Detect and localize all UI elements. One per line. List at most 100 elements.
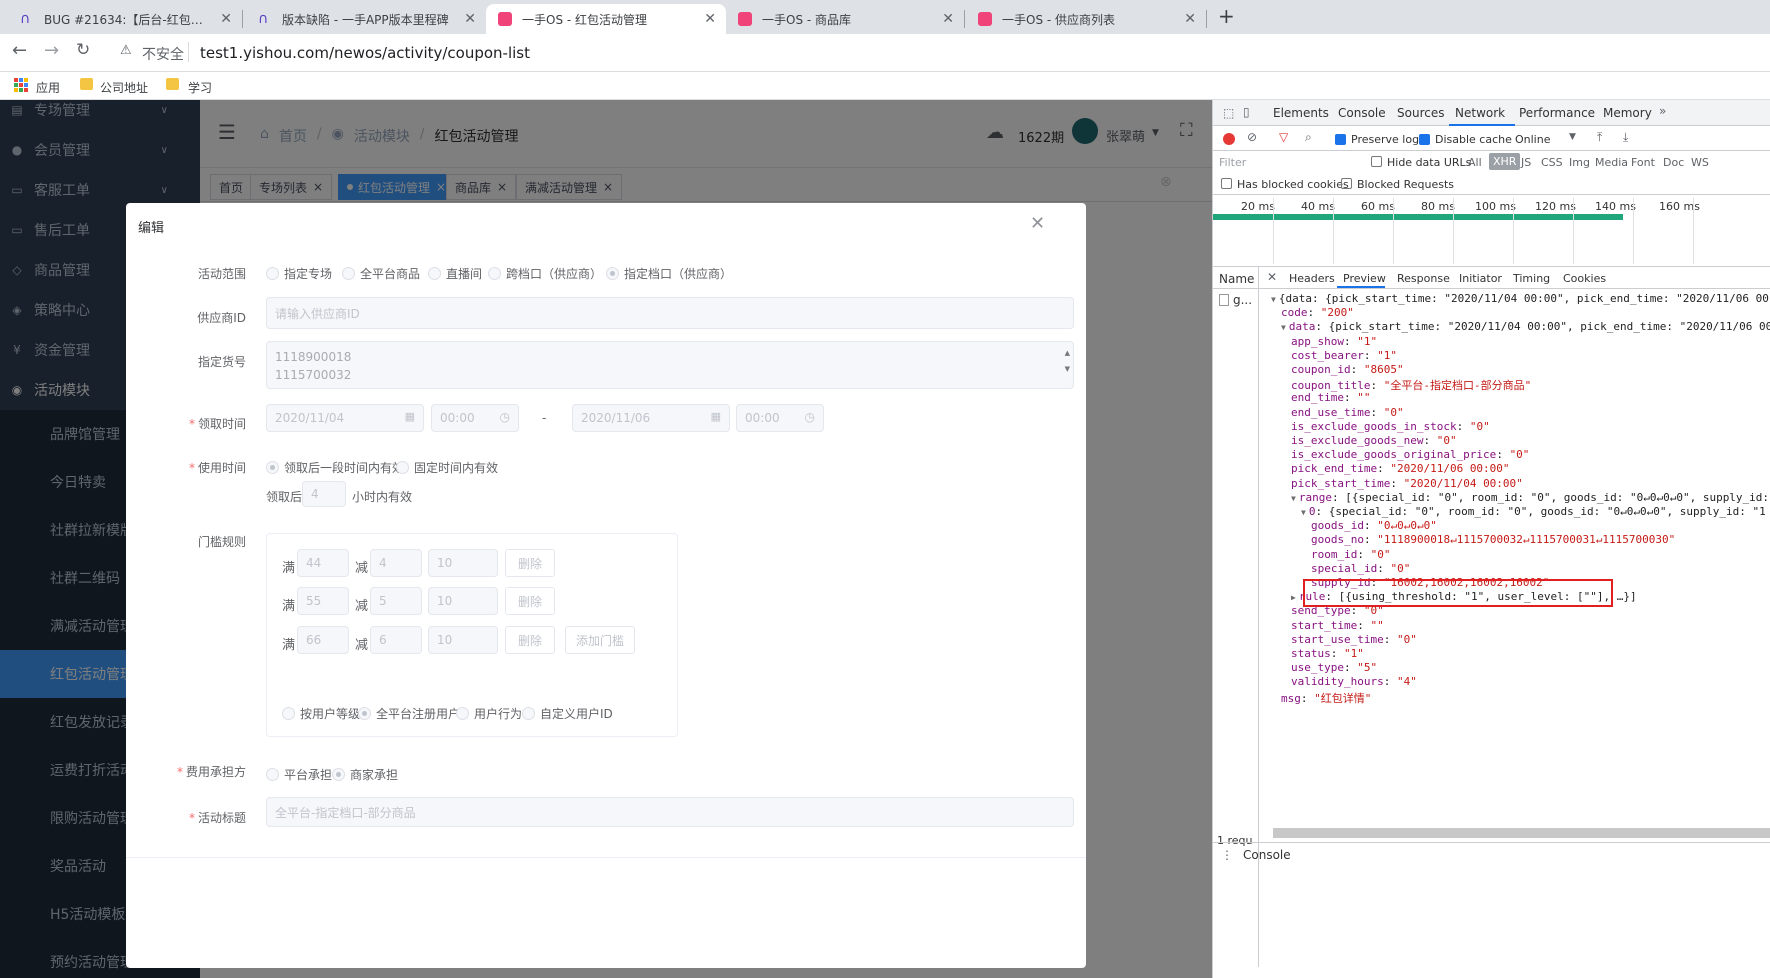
scope-radio[interactable]: 全平台商品 xyxy=(342,265,420,282)
rule-minus-input[interactable]: 4 xyxy=(370,549,422,577)
activity-title-input[interactable]: 全平台-指定档口-部分商品 xyxy=(266,797,1074,827)
record-icon[interactable] xyxy=(1223,133,1235,145)
rule-full-input[interactable]: 44 xyxy=(297,549,349,577)
has-blocked-checkbox[interactable] xyxy=(1221,178,1232,189)
close-icon[interactable]: ✕ xyxy=(704,11,716,27)
more-tabs-icon[interactable]: » xyxy=(1659,104,1666,118)
json-line[interactable]: ▼ data: {pick_start_time: "2020/11/04 00:… xyxy=(1281,320,1770,333)
upload-icon[interactable]: ⤒ xyxy=(1597,130,1602,145)
supplier-id-input[interactable]: 请输入供应商ID xyxy=(266,297,1074,329)
cost-radio-selected[interactable]: 商家承担 xyxy=(332,766,398,783)
collapsed-triangle-icon[interactable]: ▶ xyxy=(1291,593,1296,602)
expanded-triangle-icon[interactable]: ▼ xyxy=(1271,295,1276,304)
type-filter-active[interactable]: XHR xyxy=(1489,153,1521,170)
scope-radio[interactable]: 直播间 xyxy=(428,265,482,282)
rule-full-input[interactable]: 55 xyxy=(297,587,349,615)
throttle-select[interactable]: Online xyxy=(1515,133,1550,146)
type-filter[interactable]: CSS xyxy=(1541,156,1563,169)
bookmark-company[interactable]: 公司地址 xyxy=(100,79,148,96)
expanded-triangle-icon[interactable]: ▼ xyxy=(1301,508,1306,517)
detail-tab[interactable]: Headers xyxy=(1289,272,1335,285)
user-radio[interactable]: 用户行为 xyxy=(456,705,522,722)
use-radio[interactable]: 固定时间内有效 xyxy=(396,459,498,476)
close-circle-icon[interactable]: ⊗ xyxy=(1160,174,1172,190)
preserve-log-checkbox[interactable] xyxy=(1335,134,1346,145)
filter-input[interactable]: Filter xyxy=(1219,156,1246,169)
browser-tab-4[interactable]: 一手OS - 商品库 ✕ xyxy=(726,4,964,34)
clear-icon[interactable]: ⊘ xyxy=(1247,130,1257,144)
type-filter[interactable]: JS xyxy=(1521,156,1531,169)
detail-tab-active[interactable]: Preview xyxy=(1343,272,1386,285)
rule-delete-button[interactable]: 删除 xyxy=(505,549,555,577)
json-line[interactable]: ▼ {data: {pick_start_time: "2020/11/04 00… xyxy=(1271,292,1769,305)
rule-count-input[interactable]: 10 xyxy=(428,626,498,654)
user-radio-selected[interactable]: 全平台注册用户 xyxy=(358,705,460,722)
close-icon[interactable]: ✕ xyxy=(942,11,954,27)
cost-radio[interactable]: 平台承担 xyxy=(266,766,332,783)
download-icon[interactable]: ⤓ xyxy=(1623,130,1628,145)
forward-icon[interactable]: → xyxy=(44,40,59,61)
user-radio[interactable]: 自定义用户ID xyxy=(522,705,613,722)
pick-end-date[interactable]: 2020/11/06 ▦ xyxy=(572,404,730,432)
browser-tab-1[interactable]: ∩ BUG #21634:【后台-红包活动管 ✕ xyxy=(8,4,242,34)
close-icon[interactable]: ✕ xyxy=(1184,11,1196,27)
scope-radio[interactable]: 指定专场 xyxy=(266,265,332,282)
new-tab-icon[interactable]: + xyxy=(1218,4,1235,28)
browser-tab-3[interactable]: 一手OS - 红包活动管理 ✕ xyxy=(486,4,726,34)
pick-start-time[interactable]: 00:00 ◷ xyxy=(431,404,519,432)
blocked-requests-checkbox[interactable] xyxy=(1341,178,1352,189)
use-radio-selected[interactable]: 领取后一段时间内有效 xyxy=(266,459,404,476)
devtools-tab-memory[interactable]: Memory xyxy=(1603,106,1652,120)
type-filter[interactable]: Doc xyxy=(1663,156,1684,169)
rule-minus-input[interactable]: 5 xyxy=(370,587,422,615)
close-icon[interactable]: ✕ xyxy=(1030,213,1045,234)
rule-delete-button[interactable]: 删除 xyxy=(505,626,555,654)
expanded-triangle-icon[interactable]: ▼ xyxy=(1291,494,1296,503)
device-icon[interactable]: ▯ xyxy=(1243,105,1250,119)
rule-count-input[interactable]: 10 xyxy=(428,549,498,577)
json-line[interactable]: ▼ range: [{special_id: "0", room_id: "0",… xyxy=(1291,491,1769,504)
detail-tab[interactable]: Cookies xyxy=(1563,272,1606,285)
detail-tab[interactable]: Timing xyxy=(1513,272,1550,285)
devtools-tab-sources[interactable]: Sources xyxy=(1397,106,1444,120)
drawer-console-tab[interactable]: Console xyxy=(1243,848,1291,862)
close-icon[interactable]: ✕ xyxy=(1267,270,1277,284)
type-filter[interactable]: Font xyxy=(1631,156,1655,169)
drawer-menu-icon[interactable]: ⋮ xyxy=(1221,848,1233,862)
after-hours-input[interactable]: 4 xyxy=(302,481,346,507)
detail-tab[interactable]: Initiator xyxy=(1459,272,1502,285)
caret-down-icon[interactable]: ▼ xyxy=(1569,132,1576,142)
devtools-tab-network[interactable]: Network xyxy=(1455,106,1505,120)
horizontal-scrollbar[interactable] xyxy=(1273,828,1770,838)
browser-tab-5[interactable]: 一手OS - 供应商列表 ✕ xyxy=(966,4,1206,34)
devtools-tab-performance[interactable]: Performance xyxy=(1519,106,1595,120)
scroll-down-icon[interactable]: ▼ xyxy=(1065,360,1070,378)
scope-radio-selected[interactable]: 指定档口（供应商） xyxy=(606,265,732,282)
scope-radio[interactable]: 跨档口（供应商） xyxy=(488,265,602,282)
search-icon[interactable]: ⌕ xyxy=(1305,130,1312,145)
close-icon[interactable]: ✕ xyxy=(220,11,232,27)
pick-start-date[interactable]: 2020/11/04 ▦ xyxy=(266,404,424,432)
disable-cache-checkbox[interactable] xyxy=(1419,134,1430,145)
pick-end-time[interactable]: 00:00 ◷ xyxy=(736,404,824,432)
hide-data-urls-checkbox[interactable] xyxy=(1371,156,1382,167)
goods-no-textarea[interactable]: 1118900018 1115700032 ▲ ▼ xyxy=(266,341,1074,389)
request-row[interactable]: g... xyxy=(1233,293,1252,307)
inspect-icon[interactable]: ⬚ xyxy=(1223,106,1234,120)
devtools-tab-console[interactable]: Console xyxy=(1338,106,1386,120)
rule-minus-input[interactable]: 6 xyxy=(370,626,422,654)
type-filter[interactable]: All xyxy=(1468,156,1482,169)
filter-icon[interactable]: ▽ xyxy=(1279,130,1288,144)
type-filter[interactable]: WS xyxy=(1691,156,1709,169)
back-icon[interactable]: ← xyxy=(12,40,27,61)
rule-full-input[interactable]: 66 xyxy=(297,626,349,654)
reload-icon[interactable]: ↻ xyxy=(76,40,90,60)
close-icon[interactable]: ✕ xyxy=(464,11,476,27)
security-label[interactable]: 不安全 xyxy=(142,44,184,64)
detail-tab[interactable]: Response xyxy=(1397,272,1450,285)
browser-tab-2[interactable]: ∩ 版本缺陷 - 一手APP版本里程碑 ✕ xyxy=(246,4,486,34)
bookmark-apps[interactable]: 应用 xyxy=(36,79,60,96)
rule-count-input[interactable]: 10 xyxy=(428,587,498,615)
rule-delete-button[interactable]: 删除 xyxy=(505,587,555,615)
user-radio[interactable]: 按用户等级 xyxy=(282,705,360,722)
